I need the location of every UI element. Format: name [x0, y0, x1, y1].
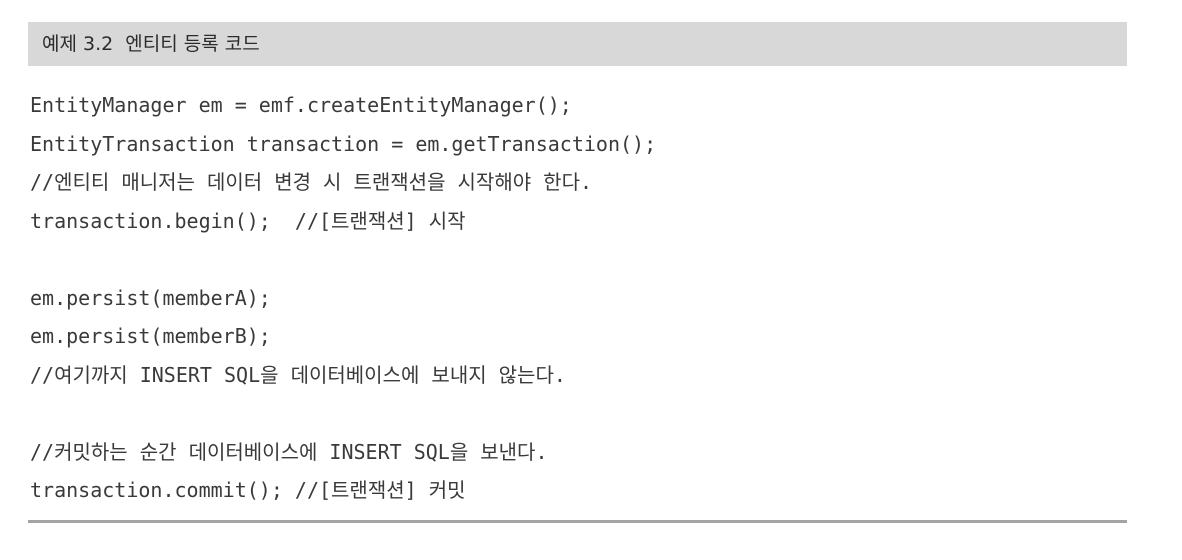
code-line: transaction.commit(); //[트랜잭션] 커밋: [30, 478, 466, 502]
bottom-divider: [28, 520, 1127, 523]
code-line: EntityManager em = emf.createEntityManag…: [30, 93, 572, 117]
example-title: 예제 3.2 엔티티 등록 코드: [42, 33, 260, 55]
code-line: em.persist(memberB);: [30, 324, 271, 348]
code-block: EntityManager em = emf.createEntityManag…: [30, 86, 656, 510]
code-line: em.persist(memberA);: [30, 285, 271, 310]
code-comment-line: //엔티티 매니저는 데이터 변경 시 트랜잭션을 시작해야 한다.: [30, 170, 593, 194]
code-comment-line: //커밋하는 순간 데이터베이스에 INSERT SQL을 보낸다.: [30, 439, 548, 464]
code-line: transaction.begin(); //[트랜잭션] 시작: [30, 208, 466, 233]
example-header-bar: 예제 3.2 엔티티 등록 코드: [28, 22, 1127, 66]
code-line: EntityTransaction transaction = em.getTr…: [30, 131, 657, 156]
code-comment-line: //여기까지 INSERT SQL을 데이터베이스에 보내지 않는다.: [30, 362, 566, 387]
